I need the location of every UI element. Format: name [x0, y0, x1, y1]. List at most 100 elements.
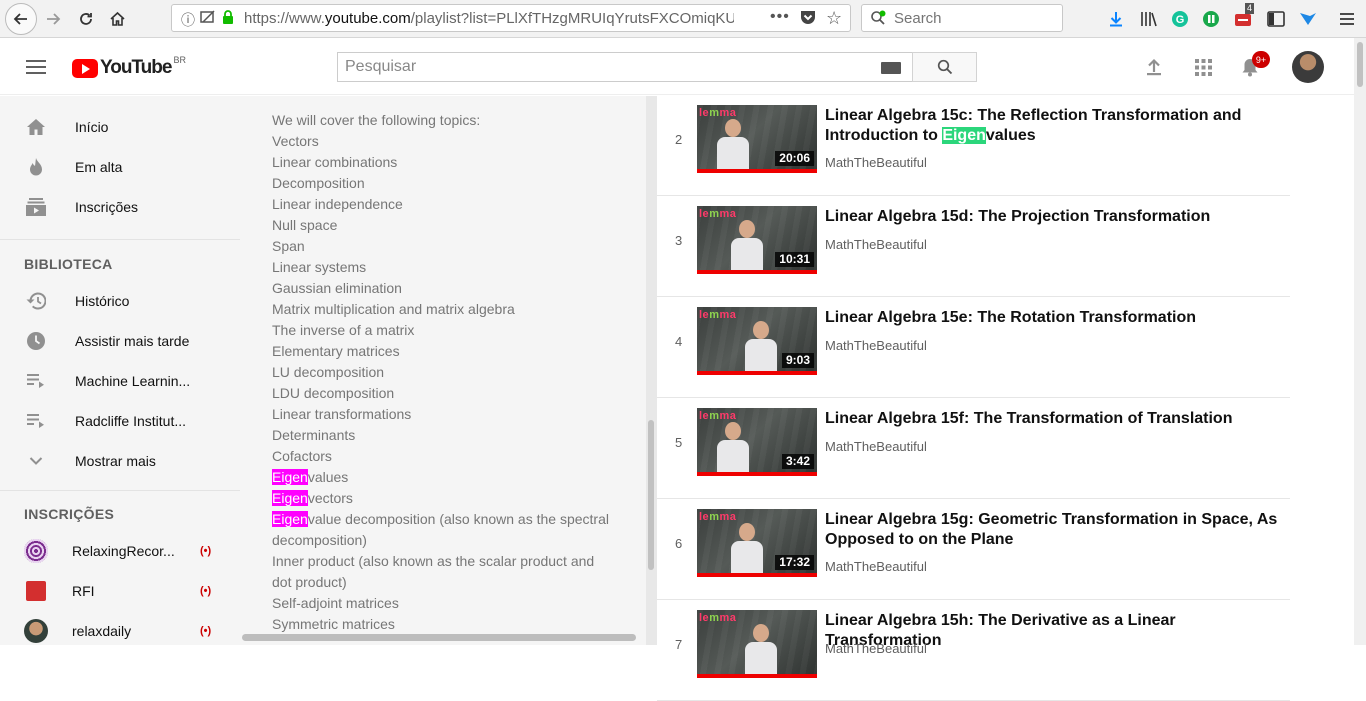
- forward-icon[interactable]: [38, 4, 68, 34]
- video-thumbnail[interactable]: lemma 9:03: [697, 307, 817, 375]
- description-text: Self-adjoint matrices: [272, 595, 399, 611]
- description-text: Matrix multiplication and matrix algebra: [272, 301, 515, 317]
- watched-progress-bar: [697, 371, 817, 375]
- divider: [0, 239, 240, 240]
- watched-progress-bar: [697, 270, 817, 274]
- extension-icon[interactable]: 4: [1235, 3, 1255, 29]
- sidebar-item-subscriptions[interactable]: Inscrições: [0, 187, 240, 227]
- library-badge: 4: [1245, 3, 1255, 14]
- video-thumbnail[interactable]: lemma 17:32: [697, 509, 817, 577]
- sidebar-item-watch-later[interactable]: Assistir mais tarde: [0, 321, 240, 361]
- search-engine-icon: [870, 10, 886, 31]
- sidebar-item-playlist[interactable]: Radcliffe Institut...: [0, 401, 240, 441]
- search-input[interactable]: Pesquisar: [337, 52, 913, 82]
- extension-icon[interactable]: [1201, 9, 1221, 29]
- keyboard-icon[interactable]: [881, 62, 901, 74]
- pocket-icon[interactable]: [800, 10, 816, 28]
- url-path: /playlist?list=PLlXfTHzgMRUIqYrutsFXCOmi…: [410, 10, 734, 27]
- video-duration: 9:03: [781, 353, 814, 368]
- live-icon: (•): [200, 545, 212, 557]
- youtube-logo[interactable]: YouTube BR: [72, 55, 186, 79]
- sidebar-item-playlist[interactable]: Machine Learnin...: [0, 361, 240, 401]
- upload-icon[interactable]: [1143, 56, 1165, 78]
- grammarly-icon[interactable]: G: [1170, 9, 1190, 29]
- show-more-button[interactable]: Mostrar mais: [0, 441, 240, 481]
- download-icon[interactable]: [1106, 9, 1126, 29]
- description-line: Elementary matrices: [272, 343, 400, 359]
- sidebar-subscription[interactable]: RFI (•): [0, 571, 240, 611]
- playlist-video-row[interactable]: 5 lemma 3:42 Linear Algebra 15f: The Transf…: [657, 398, 1290, 499]
- video-title[interactable]: Linear Algebra 15f: The Transformation o…: [825, 409, 1285, 429]
- sidebar-item-label: Início: [75, 119, 109, 135]
- browser-search-field[interactable]: Search: [861, 4, 1063, 32]
- url-text[interactable]: https://www.youtube.com/playlist?list=PL…: [244, 10, 734, 27]
- more-icon[interactable]: •••: [770, 8, 790, 26]
- video-thumbnail[interactable]: lemma 3:42: [697, 408, 817, 476]
- url-prefix: https://www.: [244, 10, 325, 27]
- description-scrollbar-thumb[interactable]: [648, 420, 654, 570]
- description-text: Linear transformations: [272, 406, 412, 422]
- sidebar-item-history[interactable]: Histórico: [0, 281, 240, 321]
- browser-search-placeholder: Search: [894, 10, 942, 27]
- reload-icon[interactable]: [71, 4, 101, 34]
- channel-name[interactable]: MathTheBeautiful: [825, 439, 927, 454]
- video-title[interactable]: Linear Algebra 15g: Geometric Transforma…: [825, 510, 1285, 550]
- extension-icon[interactable]: [1298, 9, 1318, 29]
- video-duration: 17:32: [775, 555, 814, 570]
- playlist-video-row[interactable]: 6 lemma 17:32 Linear Algebra 15g: Geometric…: [657, 499, 1290, 600]
- video-thumbnail[interactable]: lemma 10:31: [697, 206, 817, 274]
- avatar[interactable]: [1292, 51, 1324, 83]
- sidebar-item-trending[interactable]: Em alta: [0, 147, 240, 187]
- address-bar[interactable]: ⓘ https://www.youtube.com/playlist?list=…: [171, 4, 851, 32]
- horizontal-scrollbar[interactable]: [242, 634, 636, 641]
- description-line: decomposition): [272, 532, 367, 548]
- info-icon[interactable]: ⓘ: [181, 10, 195, 30]
- playlist-video-row[interactable]: 4 lemma 9:03 Linear Algebra 15e: The Rotati…: [657, 297, 1290, 398]
- divider: [0, 490, 240, 491]
- library-icon[interactable]: [1139, 9, 1159, 29]
- video-index: 4: [675, 334, 683, 349]
- apps-icon[interactable]: [1192, 56, 1214, 78]
- video-title[interactable]: Linear Algebra 15c: The Reflection Trans…: [825, 106, 1285, 146]
- guide-menu-icon[interactable]: [26, 60, 46, 78]
- masthead: YouTube BR Pesquisar 9+: [0, 38, 1354, 95]
- browser-toolbar: ⓘ https://www.youtube.com/playlist?list=…: [0, 0, 1366, 38]
- channel-name[interactable]: MathTheBeautiful: [825, 155, 927, 170]
- lock-icon[interactable]: [222, 10, 234, 27]
- description-line: Determinants: [272, 427, 355, 443]
- channel-name[interactable]: MathTheBeautiful: [825, 237, 927, 252]
- sidebar-item-home[interactable]: Início: [0, 107, 240, 147]
- sidebar-subscription[interactable]: RelaxingRecor... (•): [0, 531, 240, 571]
- video-thumbnail[interactable]: lemma: [697, 610, 817, 678]
- playlist-video-row[interactable]: 3 lemma 10:31 Linear Algebra 15d: The Proje…: [657, 196, 1290, 297]
- description-line: Linear transformations: [272, 406, 411, 422]
- playlist-video-row[interactable]: 2 lemma 20:06 Linear Algebra 15c: The Refle…: [657, 95, 1290, 196]
- video-thumbnail[interactable]: lemma 20:06: [697, 105, 817, 173]
- description-text: decomposition): [272, 532, 367, 548]
- description-line: Linear combinations: [272, 154, 397, 170]
- menu-icon[interactable]: [1337, 9, 1357, 29]
- description-line: Decomposition: [272, 175, 365, 191]
- back-icon[interactable]: [5, 3, 37, 35]
- sidebar-item-label: Mostrar mais: [75, 453, 156, 469]
- video-title[interactable]: Linear Algebra 15d: The Projection Trans…: [825, 207, 1285, 227]
- sidebar-icon[interactable]: [1266, 9, 1286, 29]
- search-button[interactable]: [912, 52, 977, 82]
- search-highlight: Eigen: [272, 511, 308, 527]
- sidebar-subscription[interactable]: relaxdaily (•): [0, 611, 240, 645]
- tracking-icon[interactable]: [200, 10, 216, 27]
- playlist-video-row[interactable]: 7 lemma Linear Algebra 15h: The Derivative…: [657, 600, 1290, 701]
- star-icon[interactable]: ☆: [826, 8, 842, 29]
- page-scrollbar-track[interactable]: [1354, 38, 1366, 645]
- home-icon[interactable]: [102, 4, 132, 34]
- page-scrollbar-thumb[interactable]: [1357, 42, 1363, 87]
- channel-name[interactable]: MathTheBeautiful: [825, 559, 927, 574]
- video-duration: 10:31: [775, 252, 814, 267]
- channel-brand-mark: lemma: [699, 309, 737, 321]
- sidebar-item-label: Histórico: [75, 293, 130, 309]
- video-title[interactable]: Linear Algebra 15e: The Rotation Transfo…: [825, 308, 1285, 328]
- channel-name[interactable]: MathTheBeautiful: [825, 338, 927, 353]
- logo-text: YouTube: [100, 57, 172, 78]
- region-code: BR: [173, 55, 186, 65]
- channel-name[interactable]: MathTheBeautiful: [825, 641, 927, 656]
